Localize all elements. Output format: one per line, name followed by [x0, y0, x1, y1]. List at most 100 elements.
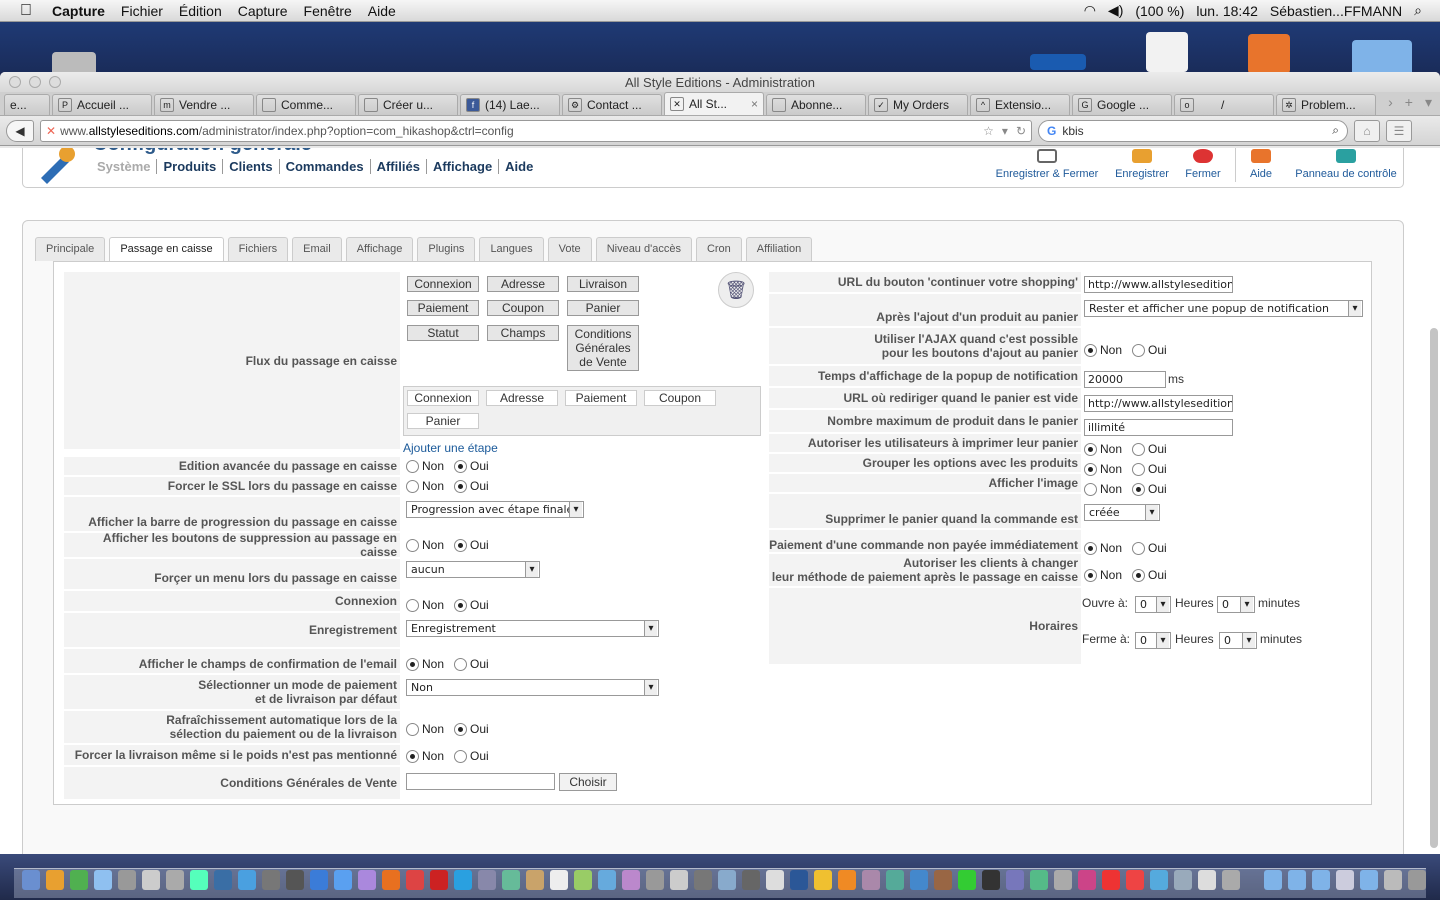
- menu-produits[interactable]: Produits: [156, 159, 222, 174]
- menu-button[interactable]: ☰: [1386, 119, 1412, 142]
- menu-affilies[interactable]: Affiliés: [369, 159, 426, 174]
- radio-change-payment-non[interactable]: [1084, 568, 1097, 582]
- battery-status[interactable]: (100 %): [1135, 3, 1184, 19]
- flow-palette-cgv[interactable]: Conditions Générales de Vente: [567, 325, 639, 371]
- menu-affichage[interactable]: Affichage: [425, 159, 498, 174]
- app-icon[interactable]: [622, 870, 640, 890]
- radio-email-confirm-oui[interactable]: [454, 657, 468, 671]
- radio-login-oui[interactable]: [454, 598, 468, 612]
- radio-email-confirm-non[interactable]: [406, 657, 419, 671]
- browser-tab[interactable]: Abonne...: [766, 94, 866, 115]
- radio-delete-oui[interactable]: [454, 538, 468, 552]
- filezilla-icon[interactable]: [430, 870, 448, 890]
- app-icon[interactable]: [766, 870, 784, 890]
- close-button[interactable]: Fermer: [1181, 148, 1225, 186]
- flow-step-paiement[interactable]: Paiement: [565, 390, 637, 406]
- wifi-icon[interactable]: ◠: [1084, 2, 1096, 19]
- illustrator-icon[interactable]: [838, 870, 856, 890]
- reload-icon[interactable]: ↻: [1016, 124, 1026, 138]
- trash-icon[interactable]: 🗑: [718, 272, 754, 308]
- menu-commandes[interactable]: Commandes: [278, 159, 370, 174]
- app-icon[interactable]: [166, 870, 184, 890]
- radio-delete-non[interactable]: [406, 538, 419, 552]
- radio-group-options-non[interactable]: [1084, 462, 1097, 476]
- folder-icon[interactable]: [1264, 870, 1282, 890]
- closes-minutes-select[interactable]: 0: [1219, 632, 1257, 649]
- app-icon[interactable]: [1078, 870, 1096, 890]
- menu-systeme[interactable]: Système: [97, 159, 156, 174]
- radio-advanced-non[interactable]: [406, 459, 419, 473]
- radio-print-cart-oui[interactable]: [1132, 442, 1146, 456]
- tab-list-icon[interactable]: ▾: [1425, 94, 1432, 111]
- browser-tab[interactable]: m Vendre ...: [154, 94, 254, 115]
- radio-show-image-non[interactable]: [1084, 482, 1097, 496]
- browser-tab[interactable]: ^ Extensio...: [970, 94, 1070, 115]
- app-icon[interactable]: [214, 870, 232, 890]
- force-menu-select[interactable]: aucun: [406, 561, 540, 578]
- trash-dock-icon[interactable]: [1408, 870, 1426, 890]
- app-icon[interactable]: [70, 870, 88, 890]
- tab-fichiers[interactable]: Fichiers: [227, 237, 289, 261]
- app-icon[interactable]: [502, 870, 520, 890]
- app-icon[interactable]: [742, 870, 760, 890]
- close-window-button[interactable]: [9, 76, 21, 88]
- app-icon[interactable]: [694, 870, 712, 890]
- menu-aide-component[interactable]: Aide: [498, 159, 539, 174]
- finder-icon[interactable]: [22, 870, 40, 890]
- back-button[interactable]: ◀: [6, 119, 34, 142]
- desktop-file-icon[interactable]: [1030, 54, 1086, 70]
- app-icon[interactable]: [814, 870, 832, 890]
- menu-clients[interactable]: Clients: [222, 159, 278, 174]
- app-icon[interactable]: [934, 870, 952, 890]
- browser-tab[interactable]: o /: [1174, 94, 1274, 115]
- flow-palette-coupon[interactable]: Coupon: [487, 300, 559, 316]
- radio-advanced-oui[interactable]: [454, 459, 468, 473]
- calendar-icon[interactable]: [550, 870, 568, 890]
- after-add-select[interactable]: Rester et afficher une popup de notifica…: [1084, 300, 1363, 317]
- spotlight-icon[interactable]: ⌕: [1414, 2, 1422, 19]
- closes-hours-select[interactable]: 0: [1135, 632, 1171, 649]
- tab-vote[interactable]: Vote: [547, 237, 592, 261]
- firefox-icon[interactable]: [382, 870, 400, 890]
- folder-icon[interactable]: [1384, 870, 1402, 890]
- app-icon[interactable]: [310, 870, 328, 890]
- app-icon[interactable]: [646, 870, 664, 890]
- browser-tab[interactable]: Comme...: [256, 94, 356, 115]
- tab-scroll-icon[interactable]: ›: [1388, 94, 1393, 111]
- app-icon[interactable]: [358, 870, 376, 890]
- tab-passage-en-caisse[interactable]: Passage en caisse: [109, 237, 224, 262]
- app-icon[interactable]: [238, 870, 256, 890]
- flow-palette-paiement[interactable]: Paiement: [407, 300, 479, 316]
- add-step-link[interactable]: Ajouter une étape: [403, 441, 498, 455]
- zoom-window-button[interactable]: [49, 76, 61, 88]
- page-scrollbar[interactable]: [1430, 328, 1438, 848]
- tab-plugins[interactable]: Plugins: [417, 237, 476, 261]
- tab-affichage[interactable]: Affichage: [345, 237, 414, 261]
- app-icon[interactable]: [1174, 870, 1192, 890]
- radio-change-payment-oui[interactable]: [1132, 568, 1146, 582]
- app-icon[interactable]: [1054, 870, 1072, 890]
- url-bar[interactable]: ✕ www.allstyleseditions.com/administrato…: [40, 119, 1032, 142]
- menu-fichier[interactable]: Fichier: [121, 3, 163, 19]
- app-icon[interactable]: [46, 870, 64, 890]
- app-icon[interactable]: [1150, 870, 1168, 890]
- popup-time-input[interactable]: 20000: [1084, 371, 1166, 388]
- apple-icon[interactable]: : [20, 2, 44, 20]
- flow-step-coupon[interactable]: Coupon: [644, 390, 716, 406]
- volume-icon[interactable]: ◀): [1108, 2, 1123, 19]
- menu-capture[interactable]: Capture: [238, 3, 288, 19]
- folder-icon[interactable]: [1288, 870, 1306, 890]
- flow-palette-livraison[interactable]: Livraison: [567, 276, 639, 292]
- app-icon[interactable]: [574, 870, 592, 890]
- app-icon[interactable]: [142, 870, 160, 890]
- folder-icon[interactable]: [1360, 870, 1378, 890]
- app-icon[interactable]: [1198, 870, 1216, 890]
- flow-step-adresse[interactable]: Adresse: [486, 390, 558, 406]
- desktop-document-icon[interactable]: [1146, 32, 1188, 72]
- max-products-input[interactable]: illimité: [1084, 419, 1233, 436]
- minimize-window-button[interactable]: [29, 76, 41, 88]
- menu-edition[interactable]: Édition: [179, 3, 222, 19]
- radio-unpaid-non[interactable]: [1084, 541, 1097, 555]
- browser-tab[interactable]: ✓ My Orders: [868, 94, 968, 115]
- app-icon[interactable]: [910, 870, 928, 890]
